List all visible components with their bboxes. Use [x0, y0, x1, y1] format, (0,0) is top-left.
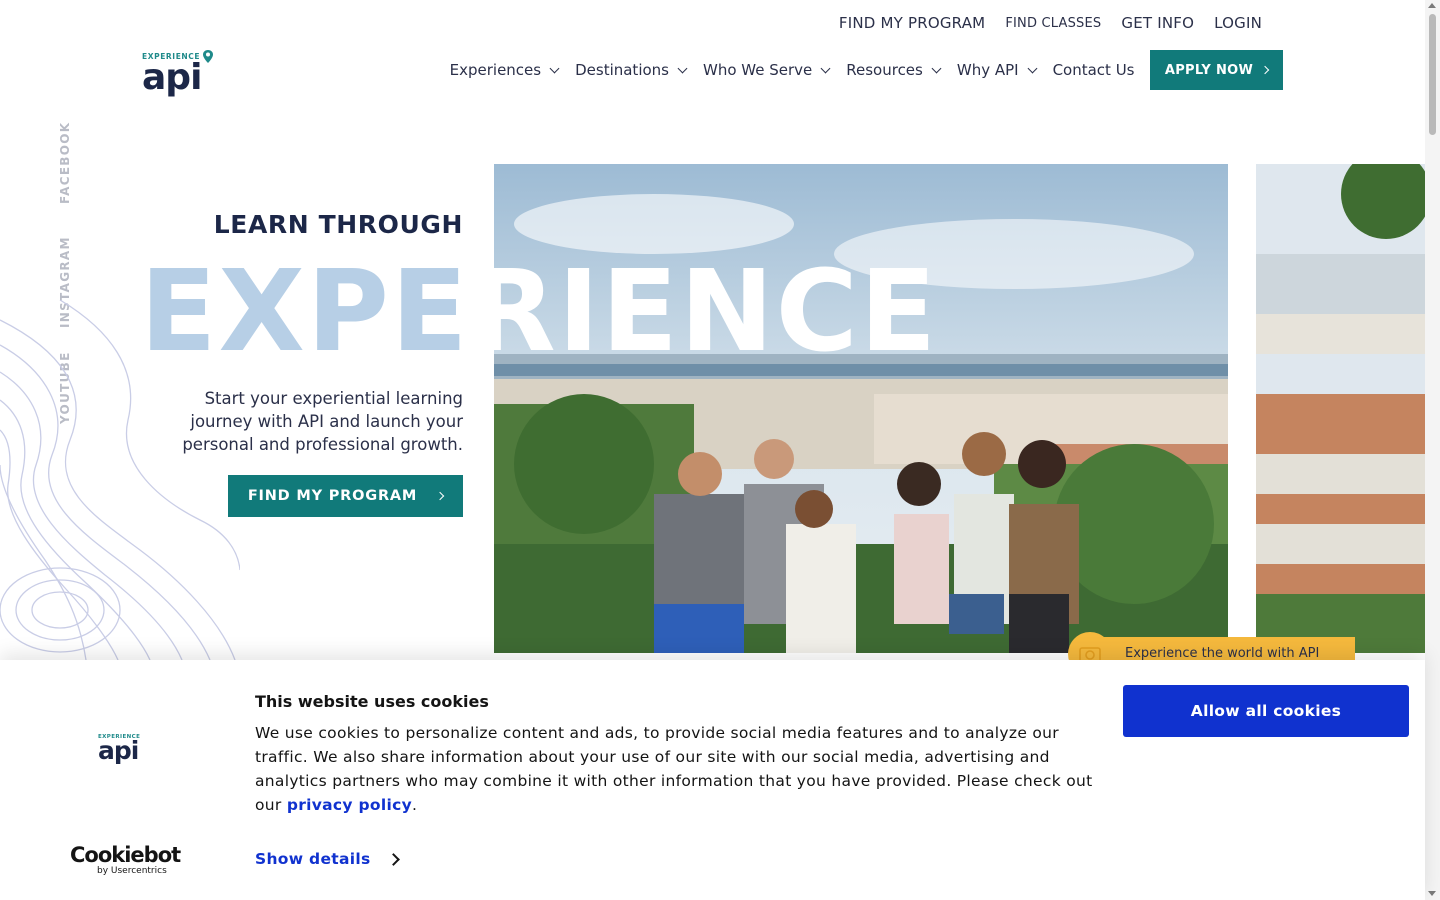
chevron-down-icon — [820, 63, 831, 73]
privacy-policy-link[interactable]: privacy policy — [287, 796, 412, 814]
nav-label: Why API — [956, 61, 1019, 79]
login-link[interactable]: LOGIN — [1204, 14, 1272, 32]
location-pin-icon — [203, 50, 213, 63]
hero-title: LEARN THROUGH — [213, 210, 463, 239]
nav-label: Who We Serve — [702, 61, 813, 79]
caption-text: Experience the world with API — [1125, 646, 1320, 661]
find-my-program-button[interactable]: FIND MY PROGRAM — [228, 475, 463, 517]
page-scrollbar[interactable] — [1425, 0, 1440, 900]
find-my-program-link[interactable]: FIND MY PROGRAM — [829, 14, 995, 32]
chevron-down-icon — [931, 63, 942, 73]
cookie-logo-big-text: api — [98, 736, 139, 765]
nav-resources[interactable]: Resources — [838, 61, 949, 79]
facebook-link[interactable]: FACEBOOK — [58, 122, 72, 204]
chevron-down-icon — [549, 63, 560, 73]
logo-big-text: api — [142, 57, 202, 98]
chevron-down-icon — [1027, 63, 1038, 73]
big-word-right: RIENCE — [469, 247, 939, 377]
nav-label: Destinations — [575, 61, 669, 79]
scroll-down-icon[interactable] — [1428, 891, 1436, 896]
chevron-right-icon — [1260, 65, 1270, 75]
nav-destinations[interactable]: Destinations — [567, 61, 695, 79]
nav-why-api[interactable]: Why API — [948, 61, 1044, 79]
hero-description: Start your experiential learning journey… — [182, 389, 463, 454]
main-nav: Experiences Destinations Who We Serve Re… — [441, 50, 1283, 90]
find-classes-link[interactable]: FIND CLASSES — [995, 16, 1111, 31]
cookie-title: This website uses cookies — [255, 692, 489, 711]
utility-nav: FIND MY PROGRAM FIND CLASSES GET INFO LO… — [829, 14, 1272, 32]
scroll-up-icon[interactable] — [1428, 3, 1436, 8]
nav-contact-us[interactable]: Contact Us — [1044, 61, 1143, 79]
chevron-down-icon — [677, 63, 688, 73]
nav-who-we-serve[interactable]: Who We Serve — [694, 61, 837, 79]
find-my-program-label: FIND MY PROGRAM — [247, 488, 418, 504]
cookiebot-logo[interactable]: Cookiebot by Usercentrics — [70, 843, 181, 876]
nav-label: Resources — [846, 61, 923, 79]
hero-photo — [494, 164, 1228, 653]
show-details-label: Show details — [255, 850, 371, 868]
hero-big-word: EXPERIENCE — [140, 256, 938, 368]
nav-label: Contact Us — [1052, 61, 1135, 79]
get-info-link[interactable]: GET INFO — [1111, 14, 1204, 32]
cookie-banner: EXPERIENCE api Cookiebot by Usercentrics… — [0, 660, 1425, 900]
nav-label: Experiences — [449, 61, 542, 79]
scrollbar-thumb[interactable] — [1429, 14, 1436, 135]
nav-experiences[interactable]: Experiences — [441, 61, 566, 79]
hero-photo-secondary — [1256, 164, 1425, 653]
cookie-body-end: . — [411, 796, 418, 814]
big-word-left: EXPE — [140, 247, 470, 377]
apply-now-label: APPLY NOW — [1164, 62, 1254, 78]
show-details-button[interactable]: Show details — [255, 850, 400, 868]
chevron-right-icon — [435, 491, 445, 501]
apply-now-button[interactable]: APPLY NOW — [1150, 50, 1283, 90]
allow-all-cookies-button[interactable]: Allow all cookies — [1123, 685, 1409, 737]
cookiebot-name: Cookiebot — [70, 843, 181, 867]
cookie-body: We use cookies to personalize content an… — [255, 721, 1105, 817]
site-logo[interactable]: EXPERIENCE api — [142, 50, 214, 102]
chevron-right-icon — [386, 852, 400, 866]
cookiebot-sub: by Usercentrics — [97, 866, 167, 876]
cookie-site-logo: EXPERIENCE api — [98, 734, 148, 770]
